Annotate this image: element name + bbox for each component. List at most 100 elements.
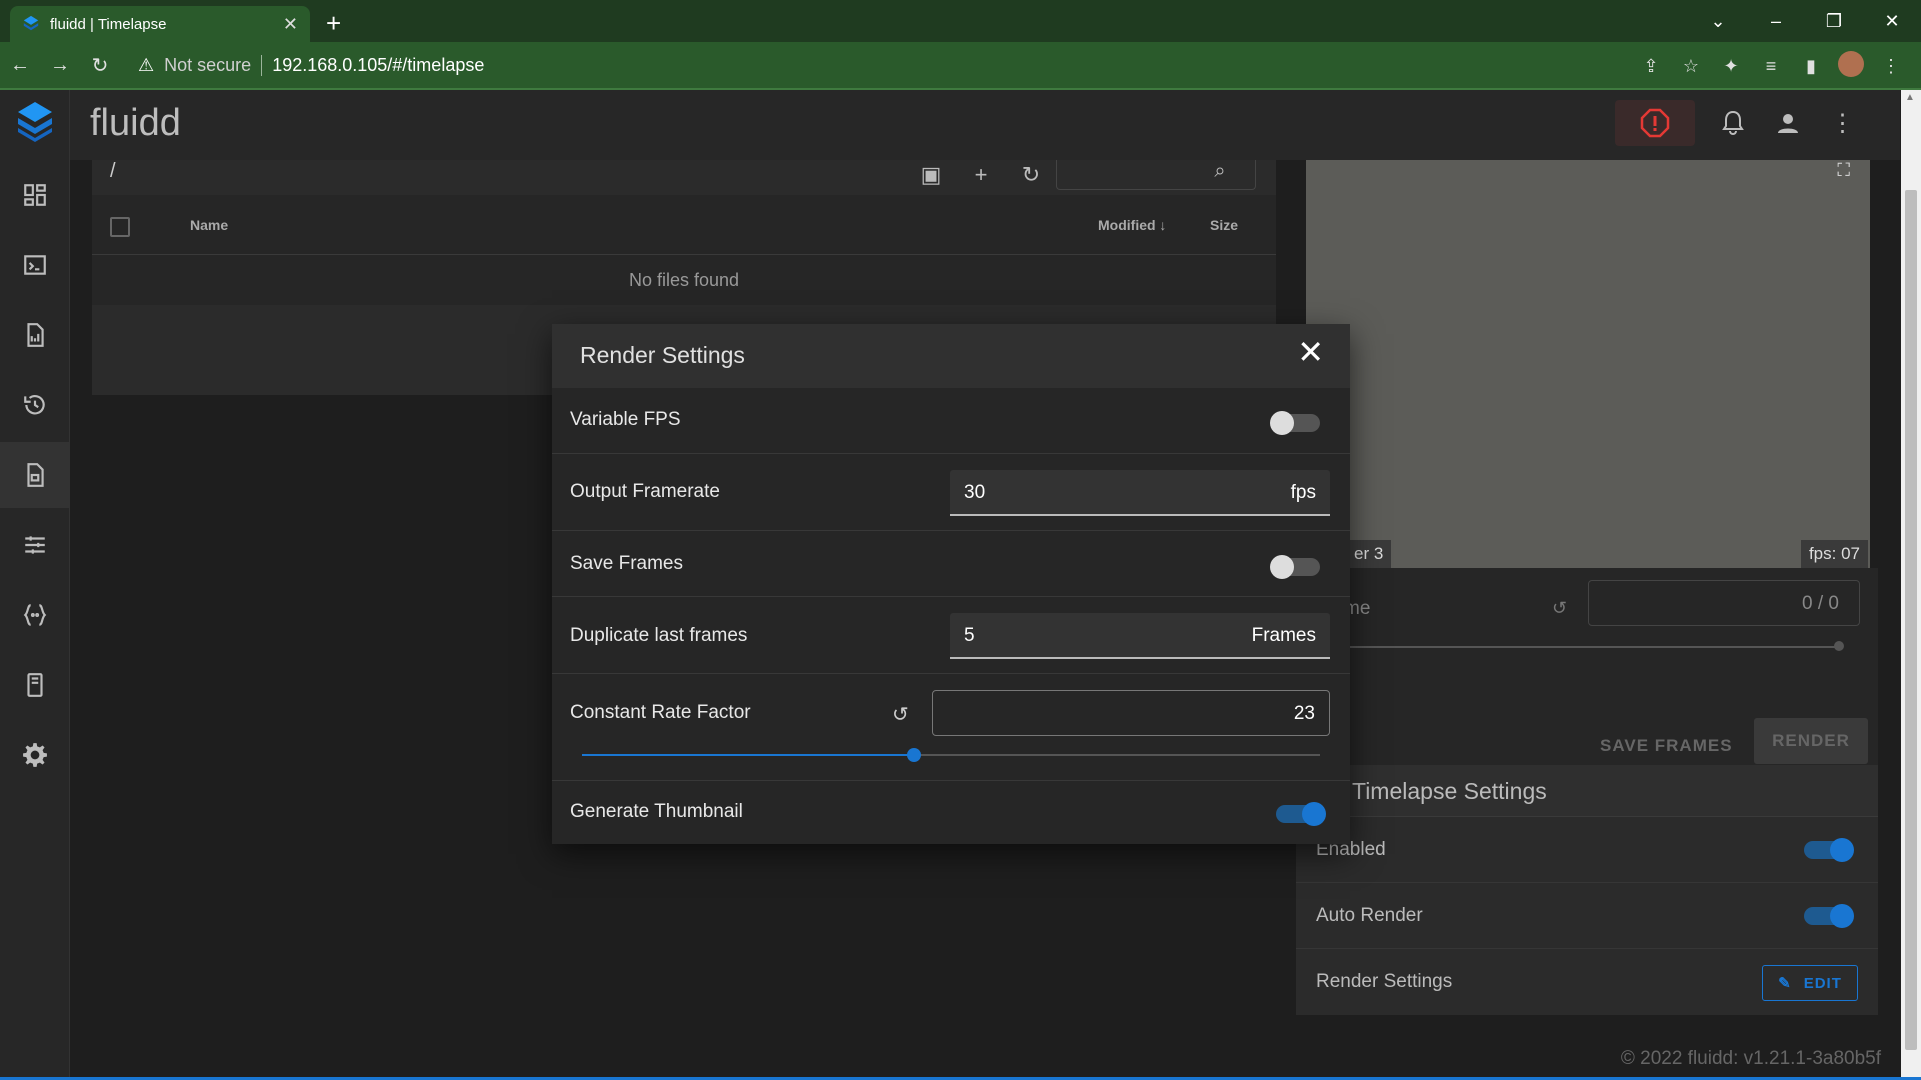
- nav-dashboard-icon[interactable]: [0, 162, 70, 228]
- add-file-icon[interactable]: +: [956, 162, 1006, 188]
- search-icon: ⌕: [1214, 160, 1226, 182]
- duplicate-frames-label: Duplicate last frames: [570, 625, 748, 646]
- browser-actions: ⇪ ☆ ✦ ≡ ▮ ⋮: [1631, 42, 1911, 90]
- emergency-stop-icon: [1640, 108, 1670, 138]
- camera-name-label: er 3: [1346, 540, 1392, 568]
- auto-render-label: Auto Render: [1316, 905, 1423, 926]
- output-framerate-input[interactable]: 30 fps: [950, 470, 1330, 516]
- column-modified[interactable]: Modified ↓: [1098, 217, 1166, 233]
- timelapse-settings-card: Timelapse Settings Enabled Auto Render R…: [1296, 765, 1878, 1015]
- nav-settings-icon[interactable]: [0, 722, 70, 788]
- file-tools: ▣ + ↻ ⌕: [906, 160, 1256, 190]
- app-menu-icon[interactable]: ⋮: [1815, 100, 1870, 146]
- bookmark-star-icon[interactable]: ☆: [1671, 56, 1711, 77]
- tab-close-icon[interactable]: ✕: [283, 14, 298, 35]
- column-size[interactable]: Size: [1210, 217, 1238, 233]
- fluidd-logo-icon[interactable]: [16, 100, 54, 144]
- app-brand[interactable]: fluidd: [90, 102, 181, 145]
- nav-sidebar: [0, 90, 70, 1080]
- empty-files-text: No files found: [92, 255, 1276, 305]
- crf-slider-thumb[interactable]: [907, 748, 922, 762]
- browser-tab[interactable]: fluidd | Timelapse ✕: [10, 6, 310, 42]
- nav-system-icon[interactable]: [0, 652, 70, 718]
- omnibox[interactable]: ⚠ Not secure 192.168.0.105/#/timelapse: [130, 54, 484, 76]
- back-icon[interactable]: ←: [0, 54, 40, 77]
- window-controls: ⌄ – ❐ ✕: [1689, 0, 1921, 42]
- minimize-icon[interactable]: –: [1747, 11, 1805, 32]
- frame-slider-track[interactable]: [1346, 646, 1836, 648]
- window-close-icon[interactable]: ✕: [1863, 11, 1921, 32]
- crf-slider-track[interactable]: [582, 748, 1320, 762]
- scroll-up-icon[interactable]: ▲: [1905, 92, 1915, 103]
- variable-fps-toggle[interactable]: [1270, 411, 1320, 435]
- warning-icon[interactable]: ⚠: [138, 55, 154, 76]
- thumbnail-toggle-icon[interactable]: ▣: [906, 162, 956, 188]
- media-icon[interactable]: ≡: [1751, 56, 1791, 77]
- side-panel-icon[interactable]: ▮: [1791, 56, 1831, 77]
- camera-preview: ⛶ er 3 fps: 07: [1306, 160, 1870, 568]
- select-all-checkbox[interactable]: [110, 217, 130, 237]
- user-account-icon[interactable]: [1760, 100, 1815, 146]
- dialog-header: Render Settings ✕: [552, 324, 1350, 388]
- nav-history-icon[interactable]: [0, 372, 70, 438]
- emergency-stop-button[interactable]: [1615, 100, 1695, 146]
- browser-tabstrip: fluidd | Timelapse ✕ + ⌄ – ❐ ✕: [0, 0, 1921, 42]
- crf-label: Constant Rate Factor: [570, 702, 751, 723]
- nav-console-icon[interactable]: [0, 232, 70, 298]
- enabled-row: Enabled: [1296, 817, 1878, 883]
- share-icon[interactable]: ⇪: [1631, 56, 1671, 77]
- column-name[interactable]: Name: [190, 217, 228, 233]
- output-framerate-label: Output Framerate: [570, 481, 720, 502]
- save-frames-label: Save Frames: [570, 553, 683, 574]
- file-path: /: [110, 160, 116, 182]
- tab-search-icon[interactable]: ⌄: [1689, 11, 1747, 32]
- file-toolbar: / ▣ + ↻ ⌕: [92, 160, 1276, 195]
- browser-menu-icon[interactable]: ⋮: [1871, 56, 1911, 77]
- save-frames-row: Save Frames: [552, 531, 1350, 597]
- forward-icon[interactable]: →: [40, 54, 80, 77]
- nav-tune-icon[interactable]: [0, 512, 70, 578]
- new-tab-icon[interactable]: +: [326, 8, 341, 39]
- address-bar: ← → ↻ ⚠ Not secure 192.168.0.105/#/timel…: [0, 42, 1921, 90]
- generate-thumbnail-toggle[interactable]: [1276, 802, 1326, 826]
- render-button[interactable]: RENDER: [1754, 718, 1868, 764]
- file-search-input[interactable]: ⌕: [1056, 160, 1256, 190]
- fullscreen-icon[interactable]: ⛶: [1837, 160, 1850, 181]
- nav-config-icon[interactable]: [0, 582, 70, 648]
- output-framerate-row: Output Framerate 30 fps: [552, 454, 1350, 531]
- save-frames-toggle[interactable]: [1270, 555, 1320, 579]
- profile-avatar[interactable]: [1831, 50, 1871, 82]
- variable-fps-label: Variable FPS: [570, 409, 681, 430]
- dialog-close-icon[interactable]: ✕: [1297, 336, 1324, 368]
- generate-thumbnail-row: Generate Thumbnail: [552, 781, 1350, 844]
- frame-slider-thumb[interactable]: [1834, 641, 1844, 651]
- frame-counter-input[interactable]: 0 / 0: [1588, 580, 1860, 626]
- nav-jobs-icon[interactable]: [0, 302, 70, 368]
- app-bar: fluidd ⋮: [70, 90, 1900, 160]
- nav-timelapse-icon[interactable]: [0, 442, 70, 508]
- not-secure-label: Not secure: [164, 54, 263, 76]
- scrollbar-thumb[interactable]: [1905, 190, 1917, 1050]
- duplicate-frames-input[interactable]: 5 Frames: [950, 613, 1330, 659]
- crf-input[interactable]: 23: [932, 690, 1330, 736]
- notifications-bell-icon[interactable]: [1705, 100, 1760, 146]
- restore-icon[interactable]: ❐: [1805, 11, 1863, 32]
- refresh-icon[interactable]: ↻: [1006, 162, 1056, 188]
- render-settings-row: Render Settings ✎ EDIT: [1296, 949, 1878, 1015]
- crf-reset-icon[interactable]: ↺: [892, 702, 909, 727]
- render-settings-dialog: Render Settings ✕ Variable FPS Output Fr…: [552, 324, 1350, 844]
- frame-reset-icon[interactable]: ↺: [1552, 598, 1567, 619]
- auto-render-toggle[interactable]: [1804, 904, 1854, 928]
- save-frames-button[interactable]: SAVE FRAMES: [1588, 726, 1745, 766]
- timelapse-settings-title: Timelapse Settings: [1296, 765, 1878, 817]
- crf-slider-fill: [582, 754, 915, 756]
- app-bar-actions: ⋮: [1615, 100, 1870, 146]
- url-text[interactable]: 192.168.0.105/#/timelapse: [272, 55, 484, 76]
- enabled-toggle[interactable]: [1804, 838, 1854, 862]
- generate-thumbnail-label: Generate Thumbnail: [570, 801, 743, 822]
- edit-render-settings-button[interactable]: ✎ EDIT: [1762, 965, 1858, 1001]
- reload-icon[interactable]: ↻: [80, 53, 120, 78]
- extensions-icon[interactable]: ✦: [1711, 56, 1751, 77]
- pencil-icon: ✎: [1778, 975, 1792, 992]
- page-scrollbar[interactable]: ▲: [1901, 90, 1921, 1080]
